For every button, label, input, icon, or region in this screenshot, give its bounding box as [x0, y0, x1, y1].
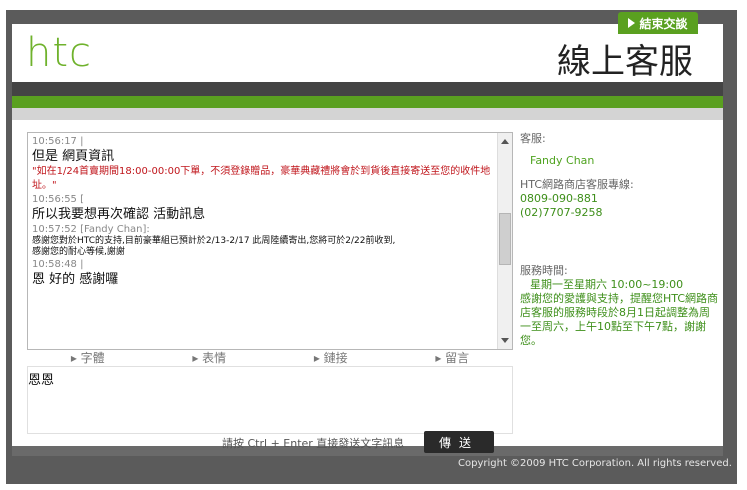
scroll-up-icon[interactable] [501, 139, 509, 144]
message-text: 恩 好的 感謝囉 [32, 272, 119, 287]
phone-number-1: 0809-090-881 [520, 192, 598, 205]
font-button[interactable]: ▸ 字體 [71, 349, 105, 366]
hotline-label: HTC網路商店客服專線: [520, 178, 634, 191]
chat-panel: 10:56:17 | 但是 網頁資訊 "如在1/24首賣期間18:00-00:0… [12, 120, 723, 447]
chat-messages: 10:56:17 | 但是 網頁資訊 "如在1/24首賣期間18:00-00:0… [32, 135, 494, 288]
htc-logo: htc [26, 30, 93, 76]
divider-green [12, 96, 723, 108]
leave-message-button[interactable]: ▸ 留言 [435, 349, 469, 366]
message-input-value: 恩恩 [28, 373, 55, 388]
message-text: 所以我要想再次確認 活動訊息 [32, 207, 206, 222]
message-input[interactable]: 恩恩 [27, 366, 513, 434]
scroll-down-icon[interactable] [501, 338, 509, 343]
chat-scrollbar[interactable] [497, 133, 512, 349]
emotion-button[interactable]: ▸ 表情 [192, 349, 226, 366]
send-button[interactable]: 傳送 [424, 431, 494, 453]
agent-name: Fandy Chan [530, 154, 595, 167]
message-timestamp: 10:57:52 [Fandy Chan]: [32, 224, 150, 235]
redacted-name [83, 258, 144, 267]
end-chat-button[interactable]: 結束交談 [618, 12, 698, 34]
phone-number-2: (02)7707-9258 [520, 206, 603, 219]
header: htc 線上客服 [12, 24, 723, 82]
scroll-thumb[interactable] [499, 213, 511, 265]
service-hours: 星期一至星期六 10:00~19:00 [530, 278, 684, 291]
page-title: 線上客服 [557, 42, 693, 82]
chat-toolbar: ▸ 字體 ▸ 表情 ▸ 鏈接 ▸ 留言 [27, 348, 513, 366]
copyright: Copyright ©2009 HTC Corporation. All rig… [458, 458, 732, 469]
link-button[interactable]: ▸ 鏈接 [314, 349, 348, 366]
message-text: 感謝您的耐心等候,謝謝 [32, 247, 125, 257]
redacted-name [84, 193, 144, 202]
service-notice: 感謝您的愛護與支持，提醒您HTC網路商店客服的服務時段於8月1日起調整為周一至周… [520, 292, 719, 347]
message-timestamp: 10:58:48 | [32, 258, 494, 271]
redacted-name [83, 135, 144, 144]
agent-label: 客服: [520, 132, 546, 145]
info-sidebar: 客服: Fandy Chan HTC網路商店客服專線: 0809-090-881… [520, 132, 720, 348]
send-hint: 請按 Ctrl + Enter 直接發送文字訊息 [222, 437, 405, 450]
divider-light [12, 108, 723, 120]
message-text: 但是 網頁資訊 [32, 149, 115, 164]
hours-label: 服務時間: [520, 264, 568, 277]
message-text: 感謝您對於HTC的支持,目前豪華組已預計於2/13-2/17 此周陸續寄出,您將… [32, 236, 396, 246]
message-timestamp: 10:56:55 [ [32, 193, 494, 206]
end-chat-label: 結束交談 [639, 16, 688, 31]
play-arrow-icon [628, 18, 636, 28]
divider-dark [12, 82, 723, 96]
chat-log[interactable]: 10:56:17 | 但是 網頁資訊 "如在1/24首賣期間18:00-00:0… [27, 132, 513, 350]
message-timestamp: 10:56:17 | [32, 135, 494, 148]
message-text-quote: "如在1/24首賣期間18:00-00:00下單，不須登錄贈品，豪華典藏禮將會於… [32, 166, 491, 191]
